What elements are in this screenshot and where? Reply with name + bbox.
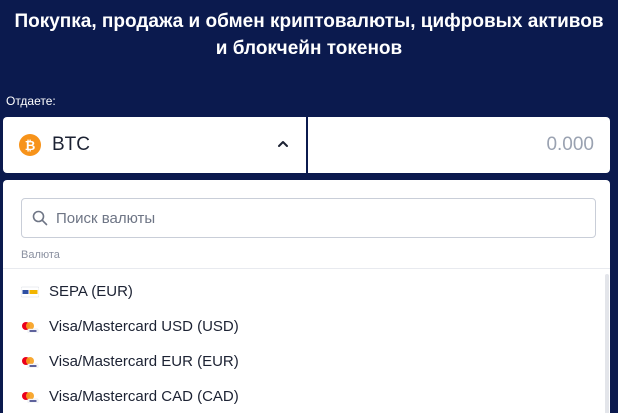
- give-amount-box: [308, 117, 610, 173]
- visa-mastercard-icon: [22, 391, 39, 403]
- currency-search-input[interactable]: [56, 209, 576, 227]
- search-icon: [32, 210, 48, 226]
- list-item-label: Visa/Mastercard USD (USD): [49, 318, 239, 335]
- list-item-visa-mastercard-cad[interactable]: Visa/Mastercard CAD (CAD): [3, 379, 603, 413]
- page-title-line-2: и блокчейн токенов: [215, 38, 403, 59]
- list-item-visa-mastercard-eur[interactable]: Visa/Mastercard EUR (EUR): [3, 344, 603, 379]
- chevron-up-icon[interactable]: [276, 137, 290, 151]
- list-item-label: Visa/Mastercard EUR (EUR): [49, 353, 239, 370]
- give-label: Отдаете:: [6, 94, 56, 108]
- exchange-page: Покупка, продажа и обмен криптовалюты, ц…: [0, 0, 618, 413]
- page-title-line-1: Покупка, продажа и обмен криптовалюты, ц…: [14, 11, 604, 32]
- currency-section-label: Валюта: [21, 249, 60, 261]
- give-currency-select[interactable]: ₿ BTC: [3, 117, 306, 173]
- sepa-icon: [21, 286, 39, 297]
- give-row: ₿ BTC: [3, 117, 610, 173]
- list-item-label: Visa/Mastercard CAD (CAD): [49, 388, 239, 405]
- currency-list: SEPA (EUR) Visa/Mastercard USD (USD) Vis…: [3, 274, 603, 413]
- currency-search-box: [21, 198, 596, 238]
- give-amount-input[interactable]: [394, 134, 594, 156]
- divider: [3, 268, 610, 269]
- list-item-sepa-eur[interactable]: SEPA (EUR): [3, 274, 603, 309]
- list-item-visa-mastercard-usd[interactable]: Visa/Mastercard USD (USD): [3, 309, 603, 344]
- bitcoin-icon: ₿: [19, 134, 41, 156]
- visa-mastercard-icon: [22, 321, 39, 333]
- currency-dropdown: Валюта SEPA (EUR) Visa/Mastercard USD (: [3, 180, 610, 413]
- page-title: Покупка, продажа и обмен криптовалюты, ц…: [0, 8, 618, 62]
- scrollbar[interactable]: [605, 274, 609, 413]
- visa-mastercard-icon: [22, 356, 39, 368]
- give-currency-code: BTC: [52, 134, 90, 155]
- list-item-label: SEPA (EUR): [49, 283, 133, 300]
